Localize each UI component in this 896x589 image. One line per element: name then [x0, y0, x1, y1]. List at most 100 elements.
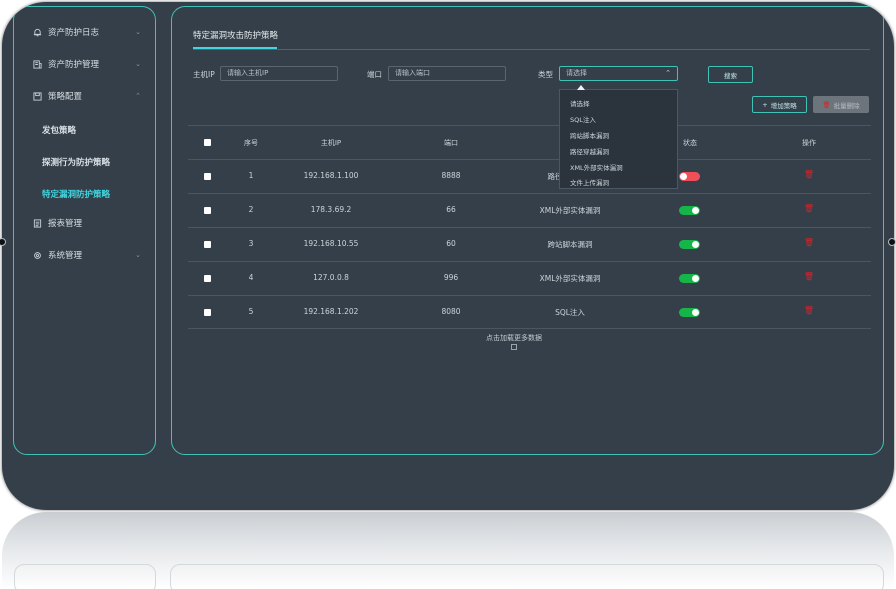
status-toggle[interactable]: [679, 172, 700, 181]
row-index: 5: [248, 307, 254, 316]
main-panel: 特定漏洞攻击防护策略 主机IP 请输入主机IP 端口 请输入端口 类型 请选择 …: [171, 6, 884, 455]
row-port: 60: [446, 239, 456, 248]
row-ip: 192.168.10.55: [303, 239, 359, 248]
table-top-line: [188, 125, 871, 126]
row-type: XML外部实体漏洞: [539, 274, 601, 283]
row-type: XML外部实体漏洞: [539, 206, 601, 215]
port-input[interactable]: 请输入端口: [388, 66, 506, 81]
chevron-up-icon: ⌃: [665, 69, 671, 77]
load-more-link[interactable]: 点击加载更多数据: [486, 333, 542, 343]
row-port: 996: [443, 273, 459, 282]
gear-icon: [32, 250, 42, 260]
sidebar-item-label: 资产防护日志: [48, 28, 100, 38]
type-label: 类型: [538, 70, 553, 79]
column-header-port: 端口: [444, 139, 458, 147]
tab-vuln-policy[interactable]: 特定漏洞攻击防护策略: [193, 29, 278, 41]
row-port: 8888: [441, 171, 461, 180]
sidebar-item-policy-config[interactable]: 策略配置 ⌃: [14, 85, 155, 107]
select-all-checkbox[interactable]: [204, 139, 211, 146]
document-icon: [32, 218, 42, 228]
row-checkbox[interactable]: [204, 309, 211, 316]
add-policy-button[interactable]: + 增加策略: [752, 96, 807, 113]
row-checkbox[interactable]: [204, 275, 211, 282]
host-ip-input[interactable]: 请输入主机IP: [220, 66, 338, 81]
table-header-line: [188, 159, 871, 160]
row-divider: [188, 227, 871, 228]
row-index: 2: [248, 205, 254, 214]
chevron-up-icon: ⌃: [135, 92, 141, 100]
server-icon: [32, 59, 42, 69]
dropdown-option[interactable]: 跨站脚本漏洞: [570, 130, 609, 140]
status-toggle[interactable]: [679, 240, 700, 249]
sidebar-item-label: 资产防护管理: [48, 60, 100, 70]
table-bottom-line: [188, 328, 871, 329]
tab-divider: [193, 49, 870, 50]
row-type: 跨站脚本漏洞: [547, 240, 593, 249]
device-side-button: [888, 238, 896, 246]
row-index: 1: [248, 171, 254, 180]
device-reflection: [2, 512, 894, 589]
sidebar-subitem-packet-policy[interactable]: 发包策略: [42, 124, 76, 136]
row-checkbox[interactable]: [204, 207, 211, 214]
column-header-action: 操作: [802, 139, 816, 147]
chevron-down-icon: ⌄: [135, 60, 141, 68]
type-dropdown-menu: 请选择 SQL注入 跨站脚本漏洞 路径穿越漏洞 XML外部实体漏洞 文件上传漏洞: [559, 85, 678, 189]
sidebar-item-reports[interactable]: 报表管理: [14, 212, 155, 234]
delete-icon[interactable]: 🗑: [804, 204, 814, 213]
column-header-ip: 主机IP: [320, 139, 342, 147]
row-divider: [188, 193, 871, 194]
delete-icon[interactable]: 🗑: [804, 306, 814, 315]
row-index: 4: [248, 273, 254, 282]
save-icon: [32, 91, 42, 101]
column-header-index: 序号: [244, 139, 258, 147]
column-header-status: 状态: [683, 139, 697, 147]
row-port: 8080: [441, 307, 461, 316]
row-checkbox[interactable]: [204, 241, 211, 248]
chevron-down-icon: ⌄: [135, 28, 141, 36]
row-ip: 127.0.0.8: [313, 273, 349, 282]
status-toggle[interactable]: [679, 308, 700, 317]
dropdown-option[interactable]: 路径穿越漏洞: [570, 146, 609, 156]
type-select-value: 请选择: [566, 69, 587, 77]
sidebar-item-asset-manage[interactable]: 资产防护管理 ⌄: [14, 53, 155, 75]
dropdown-option[interactable]: 请选择: [570, 98, 590, 108]
sidebar-item-label: 报表管理: [48, 219, 83, 229]
host-ip-label: 主机IP: [193, 70, 215, 79]
batch-delete-label: 批量删除: [833, 101, 860, 110]
chevron-down-icon: ⌄: [135, 251, 141, 259]
row-type: SQL注入: [555, 308, 585, 317]
dropdown-option[interactable]: 文件上传漏洞: [570, 177, 609, 187]
status-toggle[interactable]: [679, 274, 700, 283]
add-policy-label: 增加策略: [770, 101, 797, 110]
load-more-icon[interactable]: [511, 344, 517, 350]
sidebar-subitem-vuln-policy[interactable]: 特定漏洞防护策略: [42, 188, 110, 200]
row-ip: 178.3.69.2: [310, 205, 352, 214]
sidebar-subitem-probe-policy[interactable]: 探测行为防护策略: [42, 156, 110, 168]
batch-delete-button[interactable]: 🗑 批量删除: [813, 96, 869, 113]
sidebar-item-asset-log[interactable]: 资产防护日志 ⌄: [14, 21, 155, 43]
row-checkbox[interactable]: [204, 173, 211, 180]
status-toggle[interactable]: [679, 206, 700, 215]
app-window: 资产防护日志 ⌄ 资产防护管理 ⌄ 策略配置 ⌃ 发包策略 探测行为防护策略 特…: [2, 2, 894, 510]
port-label: 端口: [367, 70, 382, 79]
delete-icon[interactable]: 🗑: [804, 238, 814, 247]
row-divider: [188, 261, 871, 262]
search-button[interactable]: 搜索: [708, 66, 753, 83]
dropdown-option[interactable]: XML外部实体漏洞: [570, 162, 623, 172]
row-ip: 192.168.1.202: [303, 307, 359, 316]
row-port: 66: [446, 205, 456, 214]
plus-icon: +: [762, 100, 768, 109]
row-ip: 192.168.1.100: [303, 171, 359, 180]
trash-icon: 🗑: [822, 100, 831, 109]
delete-icon[interactable]: 🗑: [804, 272, 814, 281]
sidebar-item-label: 策略配置: [48, 92, 83, 102]
bell-icon: [32, 27, 42, 37]
sidebar-item-system[interactable]: 系统管理 ⌄: [14, 244, 155, 266]
row-index: 3: [248, 239, 254, 248]
type-select[interactable]: 请选择 ⌃: [559, 66, 678, 81]
row-divider: [188, 295, 871, 296]
sidebar: 资产防护日志 ⌄ 资产防护管理 ⌄ 策略配置 ⌃ 发包策略 探测行为防护策略 特…: [13, 6, 156, 455]
delete-icon[interactable]: 🗑: [804, 170, 814, 179]
dropdown-option[interactable]: SQL注入: [570, 114, 596, 124]
sidebar-item-label: 系统管理: [48, 251, 83, 261]
